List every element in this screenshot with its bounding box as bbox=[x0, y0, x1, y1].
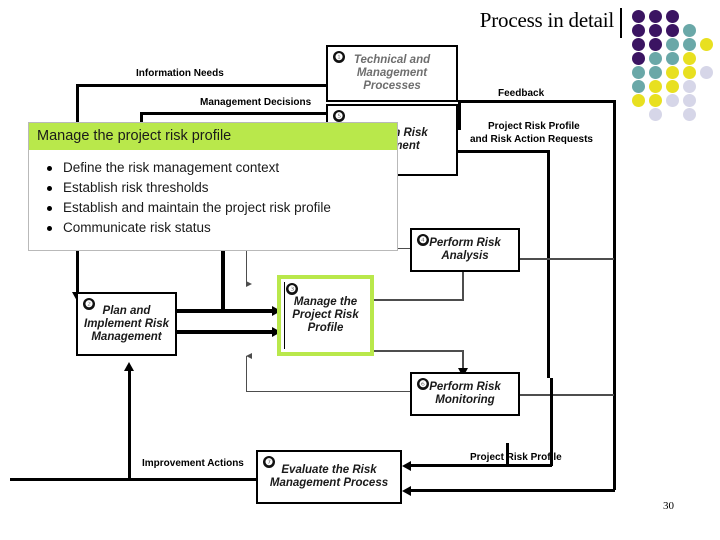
connector-box6-right bbox=[520, 394, 614, 396]
label-improvement-actions: Improvement Actions bbox=[142, 458, 244, 469]
dot-teal bbox=[683, 24, 696, 37]
callout-bullet-list: Define the risk management context Estab… bbox=[29, 150, 397, 250]
box-number-4: ❹ bbox=[417, 234, 429, 246]
page-title: Process in detail bbox=[479, 8, 614, 32]
dot-purple bbox=[632, 52, 645, 65]
dot-purple bbox=[649, 38, 662, 51]
dot-lavender bbox=[683, 108, 696, 121]
process-box-4: ❹ Perform Risk Analysis bbox=[410, 228, 520, 272]
dot-lavender bbox=[683, 80, 696, 93]
connector-box3-to-box4 bbox=[374, 299, 464, 301]
dot-yellow bbox=[666, 66, 679, 79]
dot-teal bbox=[632, 66, 645, 79]
title-divider bbox=[620, 8, 622, 38]
dot-yellow bbox=[632, 94, 645, 107]
callout-header: Manage the project risk profile bbox=[29, 123, 397, 150]
connector-feedback-right bbox=[613, 100, 616, 490]
dot-yellow bbox=[683, 66, 696, 79]
connector-improvement-actions bbox=[10, 478, 272, 481]
list-item: Communicate risk status bbox=[43, 218, 389, 238]
box-label-6: Perform Risk Monitoring bbox=[429, 381, 501, 406]
dot-purple bbox=[666, 24, 679, 37]
dot-purple bbox=[666, 10, 679, 23]
label-project-risk-profile-bottom: Project Risk Profile bbox=[470, 452, 562, 463]
risk-management-process-diagram: Information Needs Management Decisions F… bbox=[0, 0, 720, 540]
connector-rail-to-box7-line bbox=[410, 464, 552, 467]
connector-risk-action-requests-down bbox=[547, 150, 550, 378]
list-item: Establish risk thresholds bbox=[43, 178, 389, 198]
box-label-1: Technical and Management Processes bbox=[353, 54, 431, 92]
dot-teal bbox=[666, 38, 679, 51]
dot-lavender bbox=[666, 94, 679, 107]
dot-purple bbox=[632, 24, 645, 37]
box-label-2: Plan and Implement Risk Management bbox=[84, 304, 169, 343]
arrowhead-box7-a bbox=[402, 461, 411, 471]
box-3-inner-rule bbox=[284, 282, 285, 349]
dot-teal bbox=[683, 38, 696, 51]
connector-box2-to-box3-b bbox=[177, 330, 281, 334]
connector-improvement-actions-corner bbox=[10, 478, 13, 481]
box-number-6: ❻ bbox=[417, 378, 429, 390]
box-label-4: Perform Risk Analysis bbox=[429, 237, 501, 262]
list-item: Define the risk management context bbox=[43, 158, 389, 178]
arrowhead-mid-bottom bbox=[246, 353, 252, 359]
process-box-3-highlighted: ❸ Manage the Project Risk Profile bbox=[277, 275, 374, 356]
dot-lavender bbox=[649, 108, 662, 121]
label-risk-action-requests-line1: Project Risk Profile bbox=[488, 121, 580, 132]
box-label-7: Evaluate the Risk Management Process bbox=[269, 464, 389, 489]
label-risk-action-requests-line2: and Risk Action Requests bbox=[470, 134, 593, 145]
dot-yellow bbox=[649, 94, 662, 107]
dot-purple bbox=[649, 10, 662, 23]
box-number-7: ❼ bbox=[263, 456, 275, 468]
process-box-1: ❶ Technical and Management Processes bbox=[326, 45, 458, 102]
arrowhead-mid-top bbox=[246, 281, 252, 287]
process-box-7: ❼ Evaluate the Risk Management Process bbox=[256, 450, 402, 504]
connector-box4-right bbox=[520, 258, 614, 260]
label-management-decisions: Management Decisions bbox=[200, 97, 312, 108]
label-information-needs: Information Needs bbox=[136, 68, 224, 79]
dot-purple bbox=[649, 24, 662, 37]
connector-rail-to-box7-b bbox=[410, 489, 615, 492]
connector-information-needs bbox=[76, 84, 328, 87]
box-label-3: Manage the Project Risk Profile bbox=[292, 296, 359, 334]
arrowhead-box7-b bbox=[402, 486, 411, 496]
dot-lavender bbox=[700, 66, 713, 79]
dot-yellow bbox=[666, 80, 679, 93]
process-box-2: ❷ Plan and Implement Risk Management bbox=[76, 292, 177, 356]
box-number-3: ❸ bbox=[286, 283, 298, 295]
dot-teal bbox=[649, 52, 662, 65]
label-feedback: Feedback bbox=[498, 88, 545, 99]
dot-purple bbox=[632, 38, 645, 51]
connector-feedback-top bbox=[458, 100, 616, 103]
dot-teal bbox=[649, 66, 662, 79]
dot-teal bbox=[666, 52, 679, 65]
decorative-dot-grid bbox=[632, 10, 720, 125]
connector-box2-to-box3-a bbox=[177, 309, 281, 313]
dot-yellow bbox=[649, 80, 662, 93]
connector-mid-bottom bbox=[246, 391, 410, 392]
connector-feedback-left bbox=[458, 100, 461, 130]
connector-mid-top-left bbox=[246, 248, 247, 284]
callout-manage-project-risk-profile: Manage the project risk profile Define t… bbox=[28, 122, 398, 251]
connector-box3-to-box4-up bbox=[462, 272, 464, 301]
connector-mid-bottom-left bbox=[246, 356, 247, 392]
box-number-2: ❷ bbox=[83, 298, 95, 310]
dot-lavender bbox=[683, 94, 696, 107]
page-number: 30 bbox=[663, 500, 674, 512]
connector-management-decisions bbox=[140, 112, 328, 115]
box-number-5: ❺ bbox=[333, 110, 345, 122]
list-item: Establish and maintain the project risk … bbox=[43, 198, 389, 218]
connector-improvement-actions-up bbox=[128, 370, 131, 481]
dot-yellow bbox=[683, 52, 696, 65]
process-box-6: ❻ Perform Risk Monitoring bbox=[410, 372, 520, 416]
connector-box3-to-box6 bbox=[374, 350, 464, 352]
dot-purple bbox=[632, 10, 645, 23]
box-number-1: ❶ bbox=[333, 51, 345, 63]
dot-yellow bbox=[700, 38, 713, 51]
dot-teal bbox=[632, 80, 645, 93]
arrowhead-improvement-actions bbox=[124, 362, 134, 371]
